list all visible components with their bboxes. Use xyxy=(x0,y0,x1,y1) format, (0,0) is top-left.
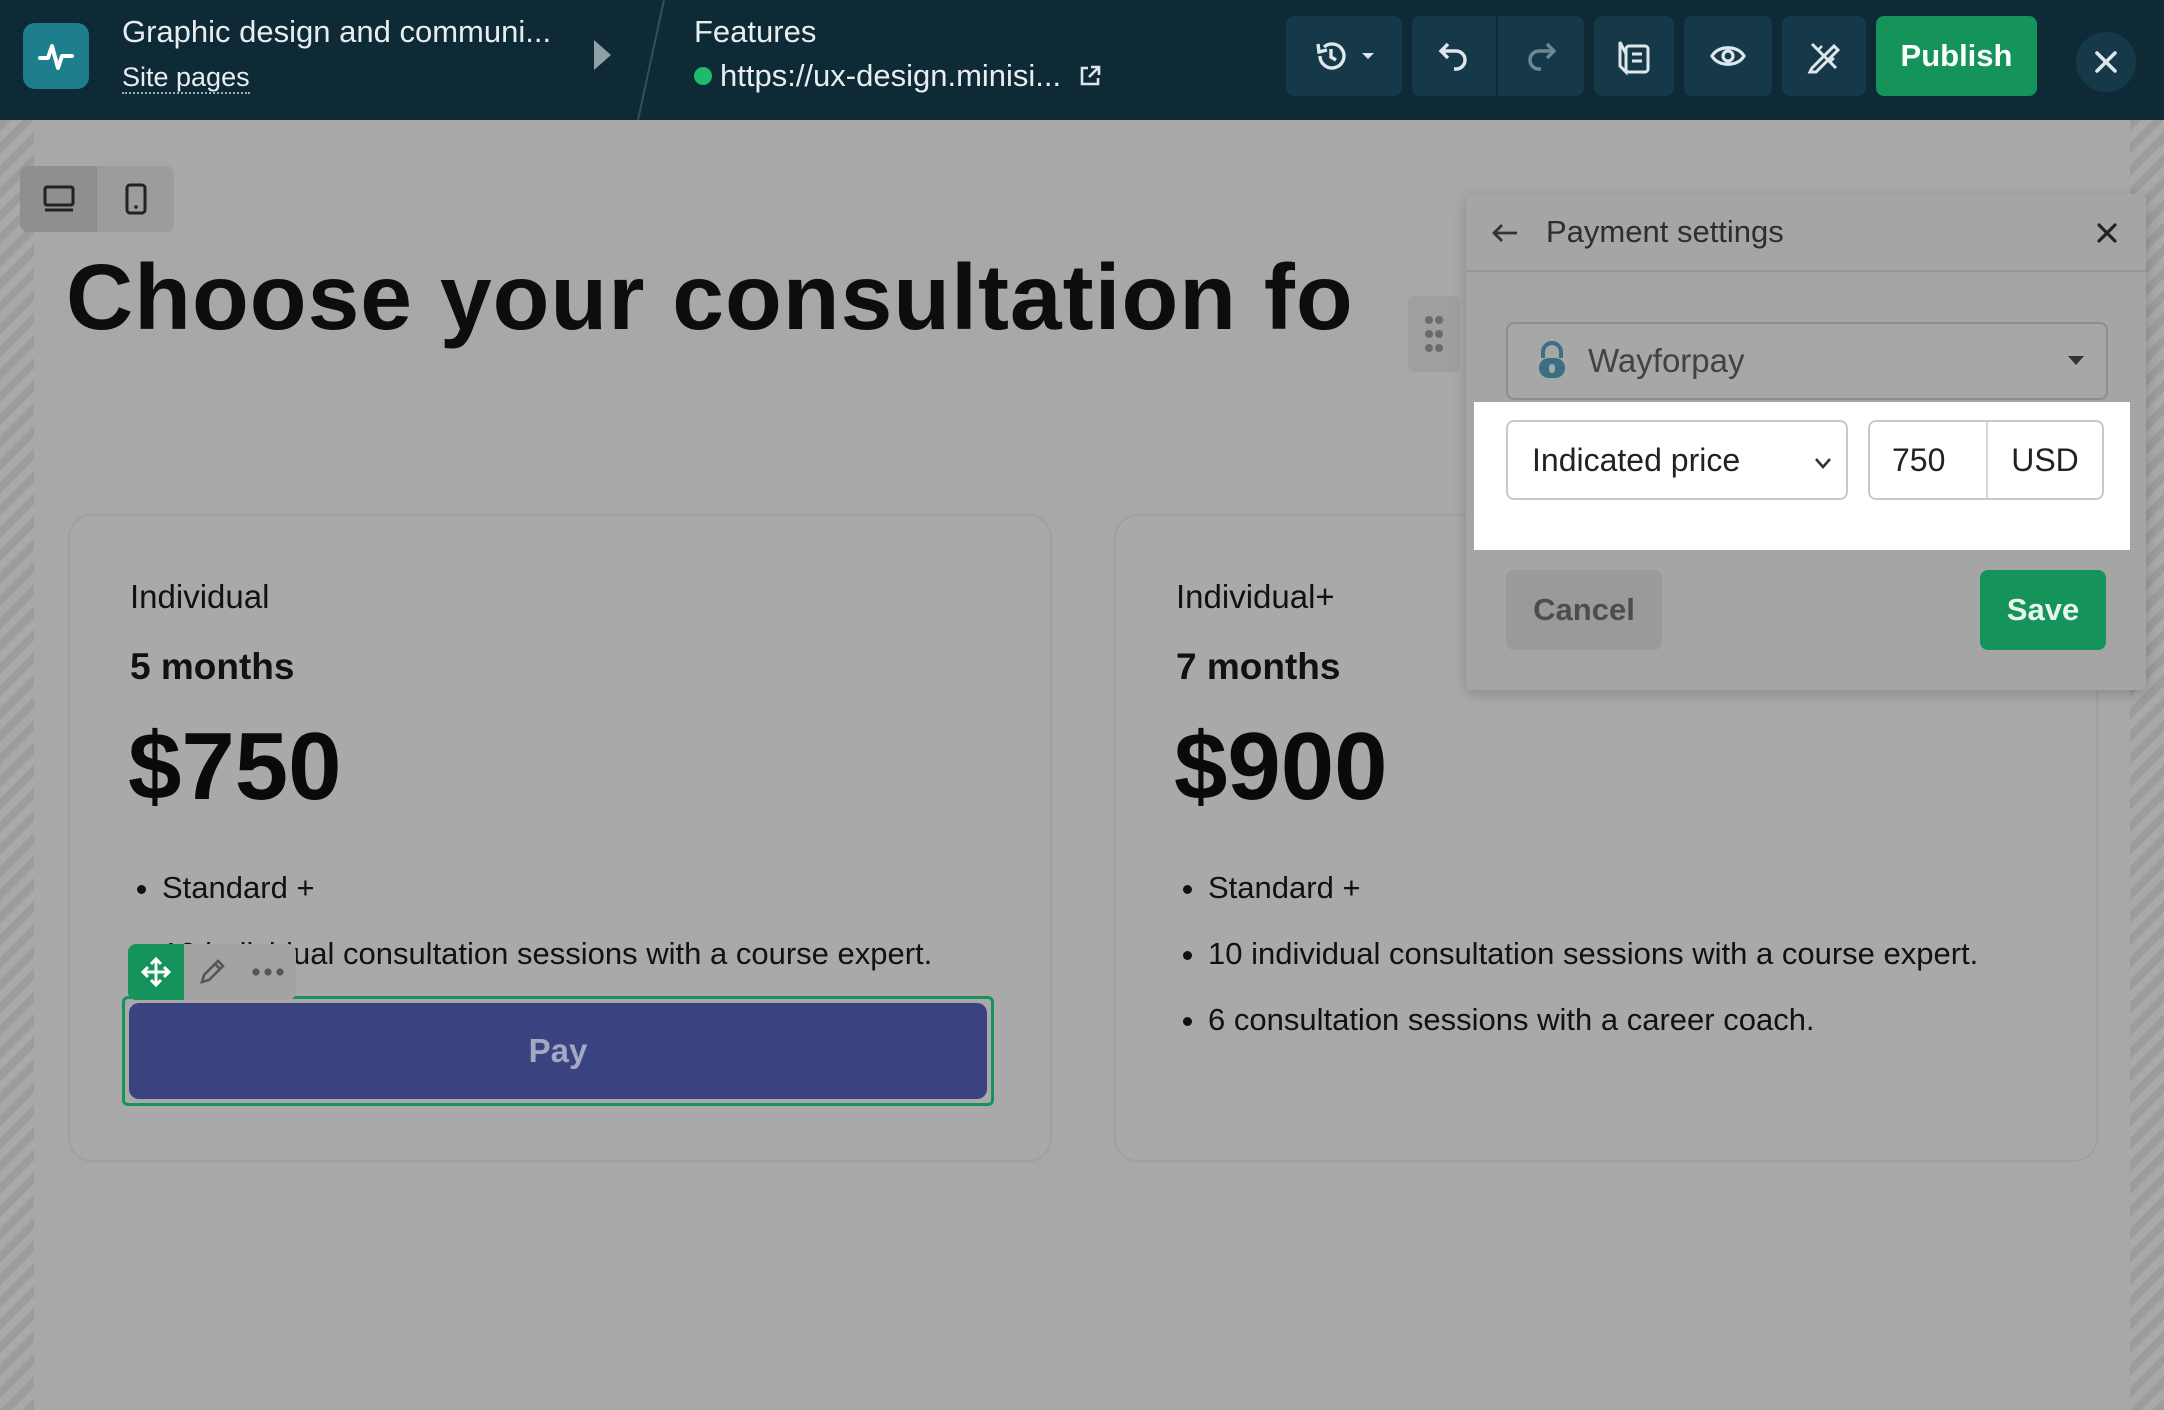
grip-dots-icon xyxy=(1425,316,1443,352)
desktop-view-button[interactable] xyxy=(20,166,97,232)
desktop-icon xyxy=(43,185,74,212)
arrow-left-icon xyxy=(1492,224,1517,242)
caret-down-icon xyxy=(2068,356,2084,365)
list-item: 6 consultation sessions with a career co… xyxy=(1208,1002,1978,1068)
redo-icon xyxy=(1528,42,1557,71)
external-link-icon[interactable] xyxy=(1077,63,1103,89)
cancel-button[interactable]: Cancel xyxy=(1506,570,1662,650)
page-url-text: https://ux-design.minisi... xyxy=(720,58,1062,93)
amount-input[interactable]: 750 xyxy=(1870,422,1988,498)
close-icon xyxy=(2097,223,2117,243)
panel-header: Payment settings xyxy=(1466,194,2146,272)
design-tools-button[interactable] xyxy=(1782,16,1866,96)
breadcrumb-separator xyxy=(637,0,665,120)
site-title[interactable]: Graphic design and communi... xyxy=(122,14,551,50)
pay-button[interactable]: Pay xyxy=(129,1003,987,1099)
provider-name: Wayforpay xyxy=(1588,342,1745,379)
pencil-icon xyxy=(200,959,225,984)
provider-lock-icon xyxy=(1534,339,1570,383)
payment-provider-select[interactable]: Wayforpay xyxy=(1506,322,2108,400)
page-headline[interactable]: Choose your consultation fo xyxy=(66,244,1416,351)
panel-title: Payment settings xyxy=(1546,214,1784,249)
undo-icon xyxy=(1438,42,1467,71)
move-arrows-icon xyxy=(140,956,172,988)
history-icon xyxy=(1316,42,1346,70)
chevron-down-icon xyxy=(1815,458,1831,469)
card-duration: 5 months xyxy=(130,646,295,687)
mobile-icon xyxy=(125,183,146,215)
site-pages-link[interactable]: Site pages xyxy=(122,62,250,94)
page-name[interactable]: Features xyxy=(694,14,816,50)
close-editor-button[interactable] xyxy=(2076,32,2136,92)
eye-icon xyxy=(1710,46,1746,66)
history-button[interactable] xyxy=(1286,16,1402,96)
back-button[interactable] xyxy=(1488,216,1522,250)
save-button[interactable]: Save xyxy=(1980,570,2106,650)
element-toolbar xyxy=(128,944,296,1000)
undo-button[interactable] xyxy=(1412,16,1498,96)
pay-button-selection: Pay xyxy=(122,996,994,1106)
device-toggle xyxy=(20,166,174,232)
app-logo-icon[interactable] xyxy=(23,23,89,89)
canvas-left-margin xyxy=(0,120,34,1410)
list-item: 10 individual consultation sessions with… xyxy=(1208,936,1978,1002)
edit-element-button[interactable] xyxy=(184,944,240,1000)
editor-toolbar: Graphic design and communi... Site pages… xyxy=(0,0,2164,120)
card-duration: 7 months xyxy=(1176,646,1341,687)
close-icon xyxy=(2095,51,2117,73)
card-price: $900 xyxy=(1174,713,1388,820)
price-type-select[interactable]: Indicated price xyxy=(1506,420,1848,500)
amount-field: 750 USD xyxy=(1868,420,2104,500)
currency-label[interactable]: USD xyxy=(1988,422,2102,498)
list-item: Standard + xyxy=(162,870,932,936)
panel-close-button[interactable] xyxy=(2090,216,2124,250)
caret-right-icon[interactable] xyxy=(594,40,611,70)
chevron-down-icon xyxy=(1362,53,1374,59)
status-dot-icon xyxy=(694,67,712,85)
card-tier: Individual xyxy=(130,578,270,615)
card-tier: Individual+ xyxy=(1176,578,1335,615)
more-options-button[interactable] xyxy=(240,944,296,1000)
price-type-value: Indicated price xyxy=(1532,441,1741,478)
list-item: Standard + xyxy=(1208,870,1978,936)
card-price: $750 xyxy=(128,713,342,820)
styles-button[interactable] xyxy=(1594,16,1674,96)
move-element-button[interactable] xyxy=(128,944,184,1000)
card-feature-list: Standard + 10 individual consultation se… xyxy=(1208,870,1978,1068)
drag-handle[interactable] xyxy=(1408,296,1460,372)
undo-redo-group xyxy=(1412,16,1584,96)
redo-button[interactable] xyxy=(1498,16,1584,96)
paint-bucket-icon xyxy=(1618,41,1650,76)
mobile-view-button[interactable] xyxy=(97,166,174,232)
publish-button[interactable]: Publish xyxy=(1876,16,2037,96)
more-dots-icon xyxy=(252,968,284,976)
page-url[interactable]: https://ux-design.minisi... xyxy=(694,58,1103,94)
preview-button[interactable] xyxy=(1684,16,1772,96)
ruler-pencil-icon xyxy=(1807,42,1841,74)
